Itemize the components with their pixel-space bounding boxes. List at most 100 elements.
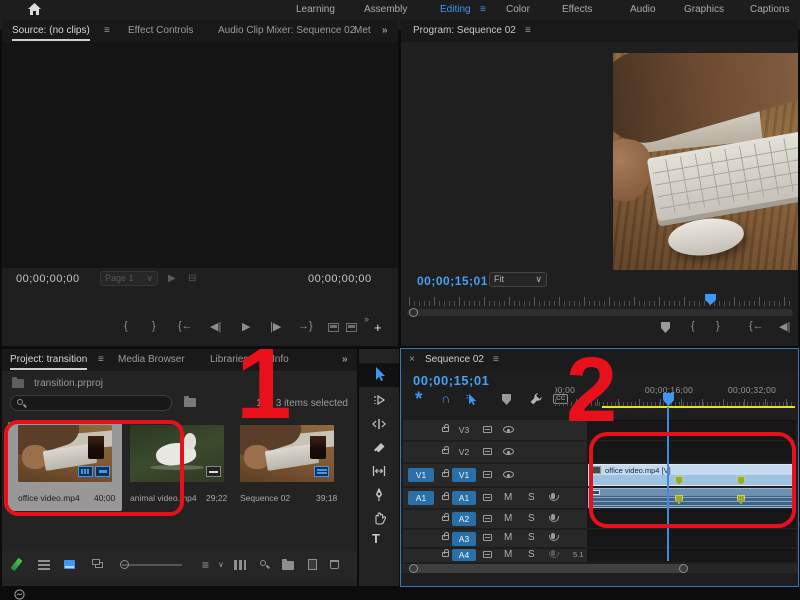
mark-in-button[interactable]: { [124,320,128,332]
sync-lock-icon[interactable] [483,494,492,501]
lock-icon[interactable] [442,472,449,477]
lock-icon[interactable] [442,535,449,540]
type-tool[interactable]: T [372,531,380,546]
new-bin-button[interactable] [282,561,294,570]
source-patch-a1[interactable]: A1 [408,491,434,505]
tab-project[interactable]: Project: transition [10,354,87,370]
track-button-a4[interactable]: A4 [452,549,476,561]
voiceover-record-icon[interactable] [551,533,555,539]
workspace-color[interactable]: Color [506,4,530,15]
workspace-captions[interactable]: Captions [750,4,789,15]
program-panel-menu-icon[interactable]: ≡ [525,25,531,36]
lock-icon[interactable] [442,516,449,521]
slip-tool[interactable] [371,463,387,479]
workspace-assembly[interactable]: Assembly [364,4,407,15]
timeline-scrollbar-thumb[interactable] [411,564,686,573]
hand-tool[interactable] [371,509,387,525]
home-icon[interactable] [28,3,41,15]
search-input[interactable] [29,397,167,409]
go-to-in-button[interactable]: {← [178,320,193,332]
automate-to-sequence-button[interactable] [234,560,246,570]
voiceover-record-icon[interactable] [551,514,555,520]
voiceover-record-icon[interactable] [551,493,555,499]
timeline-scrollbar-track[interactable] [401,564,798,573]
track-content-a3[interactable] [587,530,796,547]
transport-overflow-icon[interactable]: » [364,314,369,324]
solo-button[interactable]: S [528,549,535,560]
mute-button[interactable]: M [504,532,512,543]
item-name[interactable]: Sequence 02 [240,493,290,503]
solo-button[interactable]: S [528,532,535,543]
scrollbar-handle[interactable] [409,308,418,317]
program-mini-ruler[interactable] [409,294,791,306]
source-panel-menu-icon[interactable]: ≡ [104,25,110,36]
voiceover-record-icon[interactable] [551,550,555,556]
tab-program[interactable]: Program: Sequence 02 [413,25,516,36]
solo-button[interactable]: S [528,513,535,524]
mark-out-button[interactable]: } [152,320,156,332]
track-button-v2[interactable]: V2 [452,445,476,459]
workspace-learning[interactable]: Learning [296,4,335,15]
list-view-button[interactable] [38,560,50,570]
tab-effect-controls[interactable]: Effect Controls [128,25,193,36]
timeline-settings-wrench-icon[interactable] [529,392,543,406]
project-breadcrumb[interactable]: transition.prproj [34,378,103,389]
track-button-a1[interactable]: A1 [452,491,476,505]
zoom-slider-handle[interactable] [120,560,129,569]
sync-lock-icon[interactable] [483,551,492,558]
sync-lock-icon[interactable] [483,448,492,455]
tab-source[interactable]: Source: (no clips) [12,25,90,41]
lock-icon[interactable] [442,427,449,432]
new-item-button[interactable] [308,559,317,570]
mark-in-button[interactable]: { [691,320,695,332]
step-back-button[interactable]: ◀| [779,320,790,333]
nest-as-sequence-icon[interactable]: * [415,389,422,411]
zoom-slider-track[interactable] [122,564,182,566]
project-writable-pen-icon[interactable] [11,558,23,571]
zoom-handle-right[interactable] [679,564,688,573]
tab-audio-clip-mixer[interactable]: Audio Clip Mixer: Sequence 02 [218,25,355,36]
button-editor-add-icon[interactable]: + [374,320,382,335]
pen-tool[interactable] [371,486,387,502]
project-search-box[interactable] [10,395,172,411]
linked-selection-icon[interactable] [465,393,478,406]
workspace-editing-menu-icon[interactable]: ≡ [480,4,486,15]
find-button[interactable] [260,560,266,566]
mark-out-button[interactable]: } [716,320,720,332]
selection-tool[interactable] [371,366,387,382]
solo-button[interactable]: S [528,492,535,503]
track-button-a3[interactable]: A3 [452,532,476,546]
source-page-select[interactable]: Page 1 ∨ [100,271,158,286]
sort-caret-icon[interactable]: ∨ [218,560,224,569]
zoom-handle-left[interactable] [409,564,418,573]
sync-lock-icon[interactable] [483,515,492,522]
program-scrollbar[interactable] [407,309,793,316]
track-button-v1[interactable]: V1 [452,468,476,482]
icon-view-button[interactable] [64,560,75,569]
add-marker-button[interactable] [661,322,670,333]
ripple-edit-tool[interactable] [371,416,387,432]
lock-icon[interactable] [442,495,449,500]
creative-cloud-sync-icon[interactable] [14,589,25,600]
timeline-close-icon[interactable]: × [409,354,415,365]
sync-lock-icon[interactable] [483,534,492,541]
workspace-effects[interactable]: Effects [562,4,592,15]
source-fit-width-icon[interactable]: ⊟ [188,273,196,284]
delete-button[interactable] [330,560,339,569]
workspace-graphics[interactable]: Graphics [684,4,724,15]
insert-button[interactable] [328,323,339,332]
sync-lock-icon[interactable] [483,471,492,478]
tab-sequence-02[interactable]: Sequence 02 [425,354,484,365]
mute-button[interactable]: M [504,549,512,560]
source-tab-overflow-icon[interactable]: » [382,25,388,36]
project-panel-menu-icon[interactable]: ≡ [98,354,104,365]
add-marker-icon[interactable] [502,394,511,405]
lock-icon[interactable] [442,449,449,454]
step-back-button[interactable]: ◀| [210,320,221,333]
track-button-v3[interactable]: V3 [452,423,476,437]
go-to-out-button[interactable]: →} [298,320,313,332]
sync-lock-icon[interactable] [483,426,492,433]
track-select-forward-tool[interactable] [371,392,387,408]
workspace-audio[interactable]: Audio [630,4,656,15]
sort-icon[interactable]: ≡ [202,558,209,572]
